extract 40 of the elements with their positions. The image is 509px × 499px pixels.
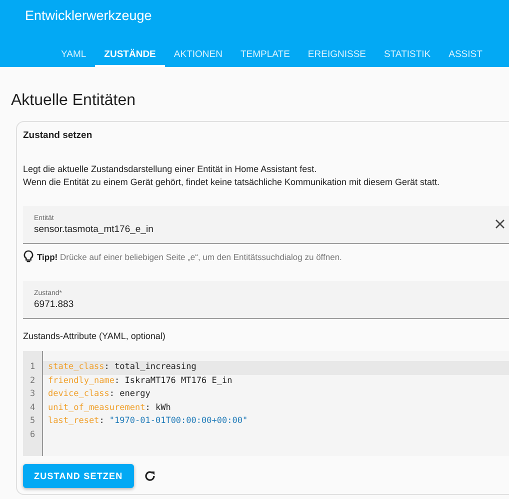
page-title: Aktuelle Entitäten: [11, 92, 137, 110]
yaml-key: device_class: [48, 388, 110, 402]
line-number: 1: [28, 361, 36, 374]
colon: :: [109, 388, 115, 401]
set-state-button[interactable]: ZUSTAND SETZEN: [23, 464, 134, 488]
line-number: 4: [28, 402, 36, 414]
line-number: 6: [28, 428, 36, 442]
yaml-value: IskraMT176 MT176 E_in: [124, 374, 232, 388]
attributes-label: Zustands-Attribute (YAML, optional): [23, 331, 166, 341]
line-number: 3: [28, 388, 36, 401]
description-text: Legt die aktuelle Zustandsdarstellung einer Entität in Home Assistant fest.: [23, 163, 318, 176]
tip-text: Tipp! Drücke auf einer beliebigen Seite „e“, um den Entitätssuchdialog zu öffnen.: [37, 252, 342, 262]
card-title: Zustand setzen: [23, 130, 94, 141]
tab[interactable]: AKTIONEN: [164, 41, 232, 67]
refresh-icon[interactable]: [144, 470, 156, 482]
yaml-key: state_class: [48, 361, 104, 374]
yaml-key: friendly_name: [48, 374, 115, 388]
yaml-value: total_increasing: [114, 361, 196, 374]
colon: :: [104, 361, 110, 374]
colon: :: [99, 415, 104, 428]
tab[interactable]: YAML: [52, 41, 96, 67]
tab[interactable]: ZUSTÄNDE: [95, 41, 165, 67]
lightbulb-icon: [23, 250, 34, 263]
line-number: 2: [28, 374, 36, 388]
tab[interactable]: STATISTIK: [375, 41, 440, 67]
yaml-key: last_reset: [48, 415, 100, 428]
colon: :: [145, 402, 150, 414]
yaml-value: energy: [120, 388, 150, 401]
tab[interactable]: EREIGNISSE: [298, 41, 375, 67]
yaml-key: unit_of_measurement: [48, 402, 146, 415]
close-icon[interactable]: [495, 219, 505, 229]
code-editor[interactable]: 1 2 3 4 5 6 state_class: total_increasing friendly_name: IskraMT176 MT176 E_in device_class: energy unit_of_measurement: kWh last_reset: "1970-01-01T00:00:00+00:00": [23, 351, 509, 456]
line-number: 5: [28, 415, 36, 428]
description-text: Wenn die Entität zu einem Gerät gehört, findet keine tatsächliche Kommunikation mit diesem Gerät statt.: [23, 176, 441, 189]
tab[interactable]: TEMPLATE: [231, 41, 299, 67]
tab[interactable]: ASSIST: [440, 41, 492, 67]
yaml-value: kWh: [155, 402, 171, 414]
header-title: Entwicklerwerkzeuge: [24, 7, 153, 25]
colon: :: [114, 374, 120, 388]
yaml-value: "1970-01-01T00:00:00+00:00": [109, 415, 248, 428]
